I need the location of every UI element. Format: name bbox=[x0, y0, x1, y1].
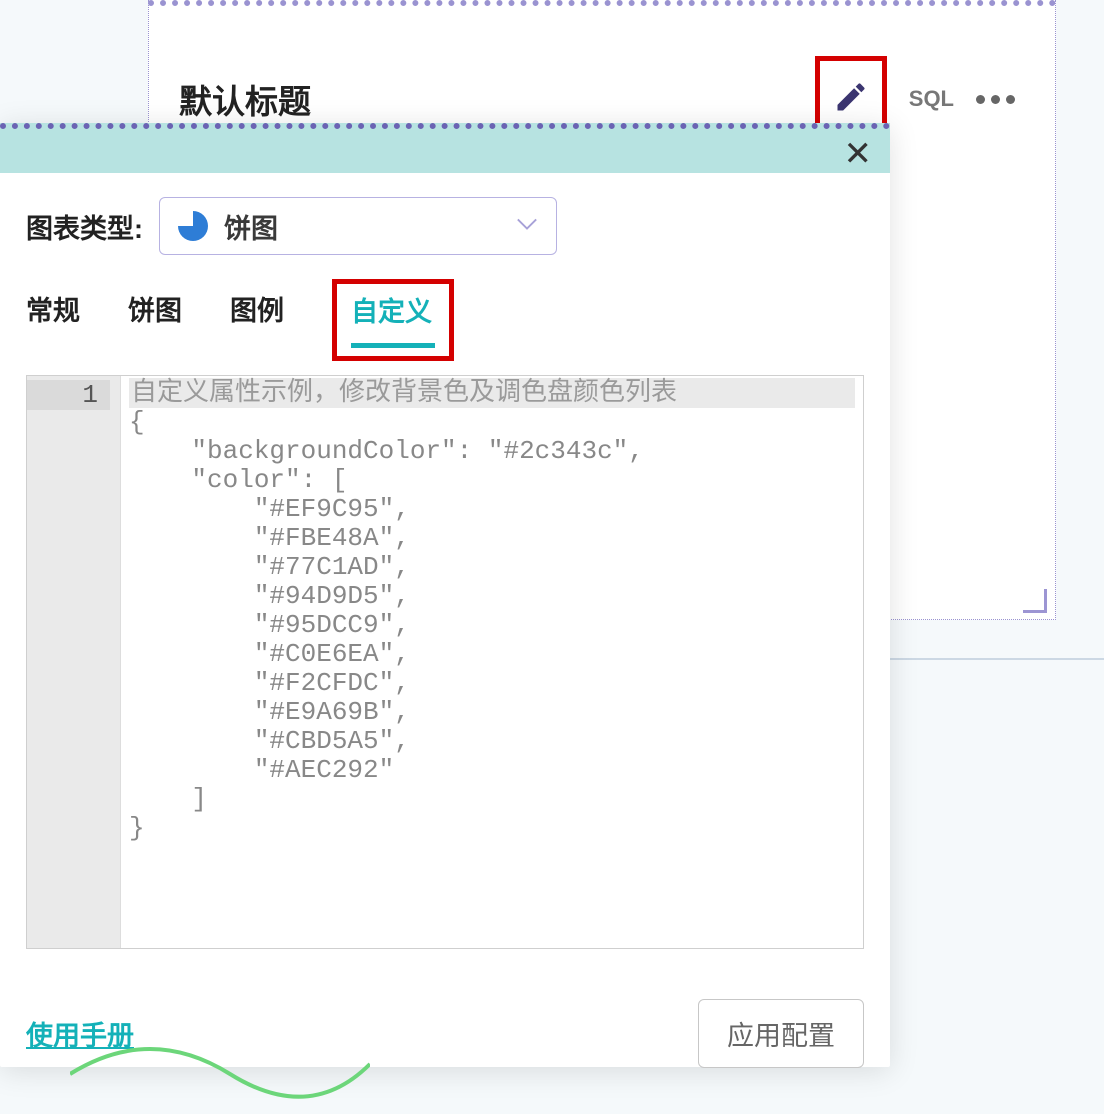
panel-body: 图表类型: 饼图 常规 饼图 图例 自定义 1 bbox=[0, 173, 890, 979]
chart-type-label: 图表类型: bbox=[26, 207, 143, 246]
chevron-down-icon bbox=[516, 217, 538, 236]
panel-header: ✕ bbox=[0, 123, 890, 173]
config-panel: ✕ 图表类型: 饼图 常规 饼图 图例 自定义 bbox=[0, 123, 890, 1067]
resize-handle-icon[interactable] bbox=[1023, 589, 1047, 613]
pie-chart-icon bbox=[178, 211, 208, 241]
code-editor[interactable]: 1 自定义属性示例，修改背景色及调色盘颜色列表 { "backgroundCol… bbox=[26, 375, 864, 949]
tab-custom-highlight-box: 自定义 bbox=[332, 279, 454, 361]
tab-general[interactable]: 常规 bbox=[26, 285, 80, 342]
chart-type-name: 饼图 bbox=[224, 207, 278, 246]
code-area[interactable]: 自定义属性示例，修改背景色及调色盘颜色列表 { "backgroundColor… bbox=[121, 376, 863, 948]
config-tabs: 常规 饼图 图例 自定义 bbox=[26, 285, 864, 361]
apply-button[interactable]: 应用配置 bbox=[698, 999, 864, 1068]
divider bbox=[860, 658, 1104, 660]
tab-pie[interactable]: 饼图 bbox=[128, 285, 182, 342]
code-placeholder: 自定义属性示例，修改背景色及调色盘颜色列表 bbox=[129, 378, 855, 408]
tab-active-underline bbox=[351, 343, 435, 348]
editor-gutter: 1 bbox=[27, 376, 121, 948]
tab-legend[interactable]: 图例 bbox=[230, 285, 284, 342]
panel-footer: 使用手册 应用配置 bbox=[0, 979, 890, 1068]
close-icon[interactable]: ✕ bbox=[844, 134, 873, 174]
pencil-icon[interactable] bbox=[833, 79, 869, 120]
line-number: 1 bbox=[27, 380, 110, 410]
sql-button[interactable]: SQL bbox=[909, 86, 954, 112]
chart-type-select-value: 饼图 bbox=[178, 207, 278, 246]
chart-type-select[interactable]: 饼图 bbox=[159, 197, 557, 255]
more-icon[interactable] bbox=[976, 95, 1015, 104]
tab-custom[interactable]: 自定义 bbox=[351, 286, 432, 329]
code-content: { "backgroundColor": "#2c343c", "color":… bbox=[129, 408, 855, 843]
chart-type-row: 图表类型: 饼图 bbox=[26, 197, 864, 255]
card-title: 默认标题 bbox=[179, 75, 311, 123]
manual-link[interactable]: 使用手册 bbox=[26, 1014, 134, 1053]
